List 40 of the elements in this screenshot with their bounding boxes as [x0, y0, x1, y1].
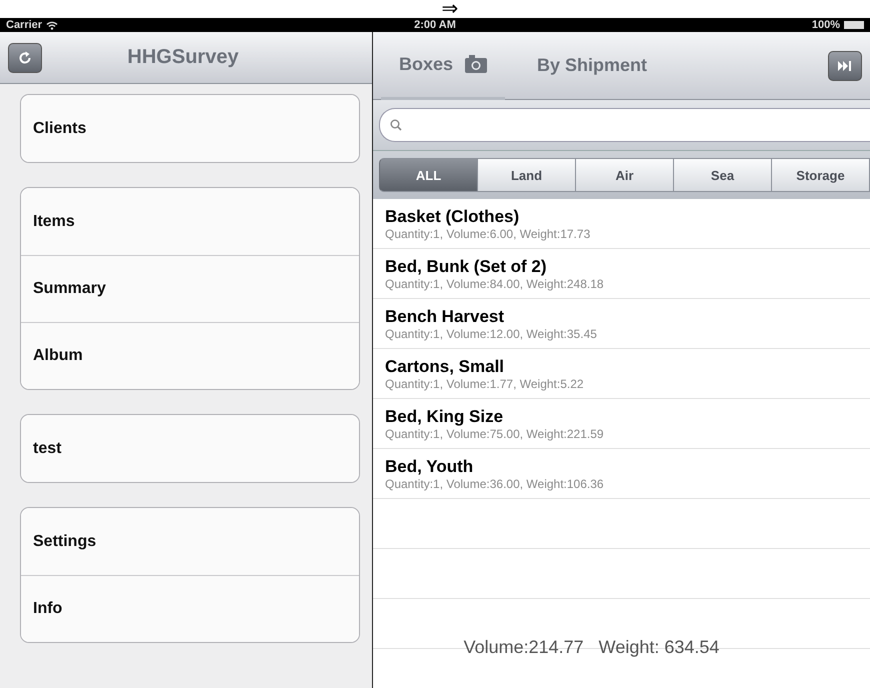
- filter-segment[interactable]: Storage: [772, 158, 870, 192]
- item-name: Bed, King Size: [385, 406, 504, 426]
- menu-item[interactable]: Album: [21, 322, 359, 389]
- arrow-symbol: ⇒: [440, 0, 458, 18]
- menu-item[interactable]: Settings: [21, 508, 359, 575]
- battery-percent: 100%: [812, 19, 840, 31]
- item-details: Quantity:1, Volume:84.00, Weight:248.18: [385, 276, 605, 290]
- menu-item[interactable]: test: [21, 415, 359, 482]
- filter-segment[interactable]: Sea: [674, 158, 772, 192]
- item-details: Quantity:1, Volume:6.00, Weight:17.73: [385, 226, 592, 240]
- skip-forward-icon: [838, 60, 852, 70]
- menu-item[interactable]: Items: [21, 188, 359, 255]
- item-name: Cartons, Small: [385, 356, 506, 376]
- item-details: Quantity:1, Volume:1.77, Weight:5.22: [385, 376, 585, 390]
- refresh-button[interactable]: [8, 42, 42, 72]
- menu-item[interactable]: Info: [21, 575, 359, 642]
- camera-icon: [465, 55, 488, 73]
- totals-text: Volume:214.77 Weight: 634.54: [462, 637, 720, 658]
- tab[interactable]: By Shipment: [519, 32, 666, 100]
- refresh-icon: [18, 50, 32, 64]
- filter-segment[interactable]: Air: [576, 158, 674, 192]
- search-field[interactable]: [379, 108, 870, 142]
- item-name: Bed, Bunk (Set of 2): [385, 256, 548, 276]
- wifi-icon: [46, 20, 58, 30]
- item-name: Bed, Youth: [385, 456, 474, 476]
- item-details: Quantity:1, Volume:12.00, Weight:35.45: [385, 326, 598, 340]
- app-title: HHGSurvey: [126, 46, 240, 69]
- menu-item[interactable]: Clients: [21, 95, 359, 162]
- menu-item[interactable]: Summary: [21, 255, 359, 322]
- skip-forward-button[interactable]: [828, 50, 862, 80]
- carrier-label: Carrier: [6, 19, 42, 31]
- search-icon: [390, 119, 402, 131]
- item-name: Basket (Clothes): [385, 206, 520, 226]
- item-details: Quantity:1, Volume:75.00, Weight:221.59: [385, 426, 605, 440]
- filter-segment[interactable]: ALL: [379, 158, 478, 192]
- battery-icon: [844, 21, 864, 29]
- filter-segment[interactable]: Land: [478, 158, 576, 192]
- clock-time: 2:00 AM: [414, 19, 456, 31]
- item-details: Quantity:1, Volume:36.00, Weight:106.36: [385, 476, 605, 490]
- item-name: Bench Harvest: [385, 306, 506, 326]
